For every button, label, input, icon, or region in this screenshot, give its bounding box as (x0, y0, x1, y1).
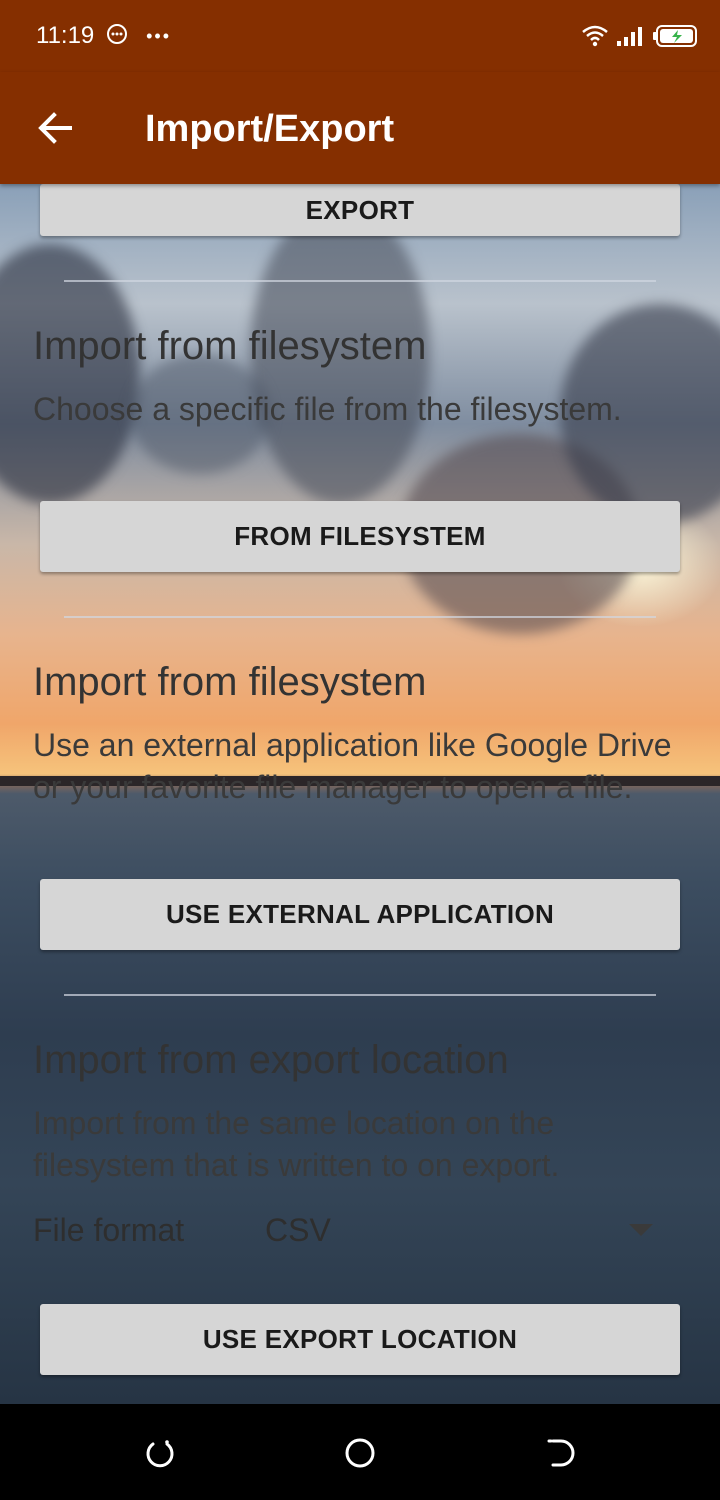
section-divider (64, 994, 656, 996)
from-filesystem-button-label: FROM FILESYSTEM (234, 521, 486, 551)
arrow-back-icon (38, 112, 72, 144)
file-format-label: File format (33, 1212, 185, 1248)
status-time: 11:19 (36, 22, 95, 49)
back-nav-icon[interactable] (543, 1436, 577, 1470)
dropdown-arrow-icon (629, 1224, 653, 1236)
battery-icon (653, 25, 697, 47)
import-export-content[interactable]: EXPORT Import from filesystem Choose a s… (0, 184, 720, 1404)
section-title-filesystem: Import from filesystem (33, 324, 427, 368)
export-button-label: EXPORT (305, 194, 415, 225)
recent-apps-icon[interactable] (143, 1436, 177, 1470)
file-format-select[interactable]: File format CSV (33, 1210, 653, 1260)
file-format-value: CSV (265, 1212, 331, 1248)
signal-icon (617, 27, 642, 46)
use-external-application-button[interactable]: USE EXTERNAL APPLICATION (40, 879, 680, 950)
export-button[interactable]: EXPORT (40, 184, 680, 236)
status-right-icons (582, 22, 698, 50)
home-icon[interactable] (343, 1436, 377, 1470)
more-dots-icon: ••• (146, 26, 172, 46)
section-description-external-app: Use an external application like Google … (33, 727, 672, 805)
use-external-application-button-label: USE EXTERNAL APPLICATION (165, 899, 555, 929)
use-export-location-button[interactable]: USE EXPORT LOCATION (40, 1304, 680, 1375)
wifi-icon (582, 25, 608, 47)
section-divider (64, 616, 656, 618)
page-title: Import/Export (145, 108, 395, 150)
section-description-filesystem: Choose a specific file from the filesyst… (33, 391, 622, 427)
section-title-external-app: Import from filesystem (33, 660, 427, 704)
use-export-location-button-label: USE EXPORT LOCATION (202, 1324, 518, 1354)
section-title-export-location: Import from export location (33, 1038, 509, 1082)
status-bar: 11:19 ••• (0, 0, 720, 72)
navigation-bar (0, 1404, 720, 1500)
app-bar: Import/Export (0, 72, 720, 184)
back-button[interactable] (30, 102, 82, 154)
section-description-export-location: Import from the same location on the fil… (33, 1105, 560, 1183)
background-cloud (0, 244, 140, 504)
section-divider (64, 280, 656, 282)
from-filesystem-button[interactable]: FROM FILESYSTEM (40, 501, 680, 572)
notification-icon (107, 24, 127, 44)
status-left-icons: ••• (106, 22, 171, 48)
